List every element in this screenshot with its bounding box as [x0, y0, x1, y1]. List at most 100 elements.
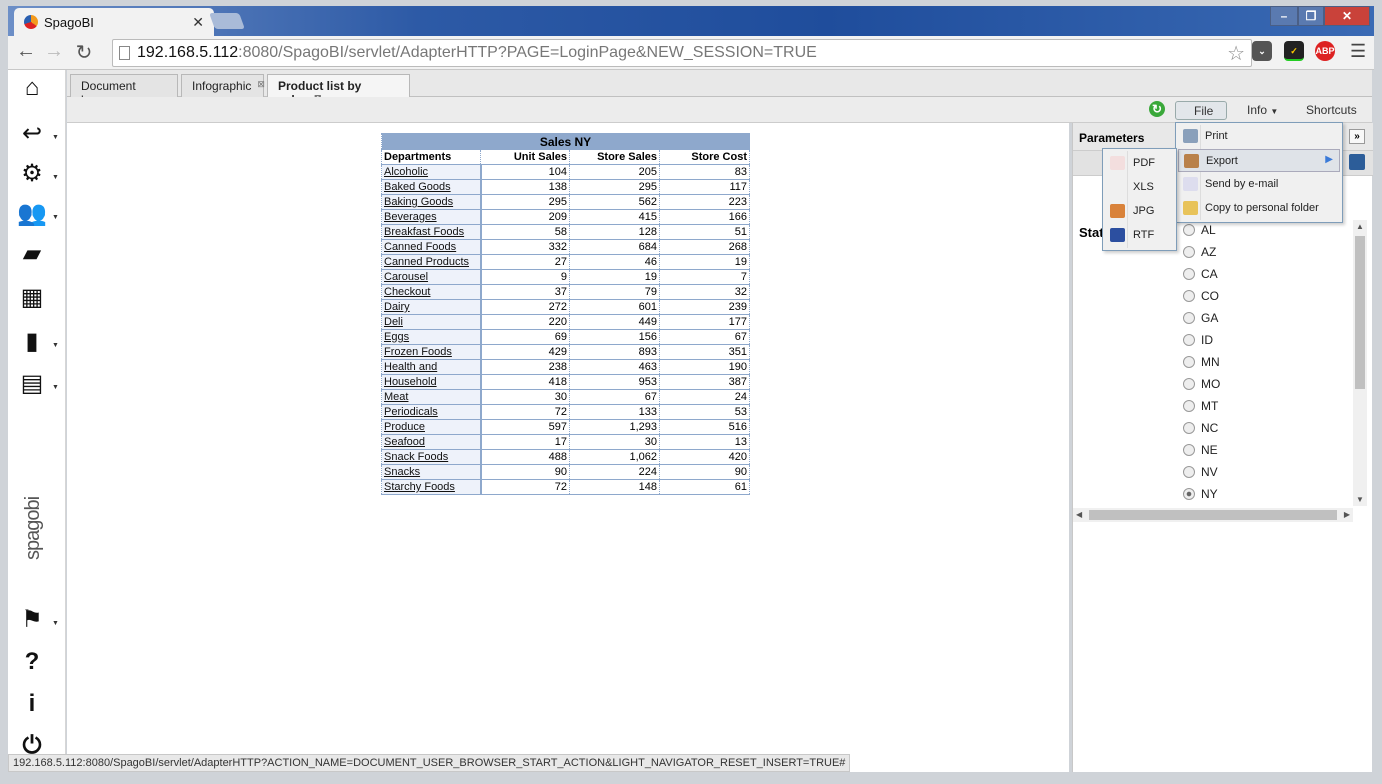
file-menu-item-print[interactable]: Print: [1178, 125, 1340, 148]
users-icon[interactable]: 👥: [16, 200, 48, 228]
norton-icon[interactable]: ✓: [1284, 41, 1304, 61]
restore-button[interactable]: ❐: [1298, 6, 1324, 26]
state-radio-mn[interactable]: MN: [1183, 355, 1220, 369]
new-tab-button[interactable]: [209, 13, 245, 29]
department-link[interactable]: Household: [384, 376, 437, 388]
radio-button[interactable]: [1183, 466, 1195, 478]
file-menu-item-copy[interactable]: Copy to personal folder: [1178, 197, 1340, 220]
state-radio-ga[interactable]: GA: [1183, 311, 1218, 325]
department-link[interactable]: Baked Goods: [384, 181, 451, 193]
export-jpg[interactable]: JPG: [1105, 200, 1174, 223]
pocket-icon[interactable]: ⌄: [1252, 41, 1272, 61]
state-radio-al[interactable]: AL: [1183, 223, 1216, 237]
department-link[interactable]: Breakfast Foods: [384, 226, 464, 238]
export-rtf[interactable]: RTF: [1105, 224, 1174, 247]
help-icon[interactable]: ?: [16, 648, 48, 676]
radio-button[interactable]: [1183, 268, 1195, 280]
caret-down-icon[interactable]: ▼: [52, 620, 59, 627]
bookmark-star-icon[interactable]: ☆: [1227, 41, 1245, 66]
department-link[interactable]: Canned Foods: [384, 241, 456, 253]
caret-down-icon[interactable]: ▼: [52, 174, 59, 181]
department-link[interactable]: Dairy: [384, 301, 410, 313]
radio-button[interactable]: [1183, 356, 1195, 368]
home-icon[interactable]: ⌂: [16, 74, 48, 102]
refresh-icon[interactable]: ↻: [1149, 101, 1165, 117]
department-link[interactable]: Beverages: [384, 211, 437, 223]
state-radio-az[interactable]: AZ: [1183, 245, 1216, 259]
state-radio-co[interactable]: CO: [1183, 289, 1219, 303]
department-link[interactable]: Periodicals: [384, 406, 438, 418]
caret-down-icon[interactable]: ▼: [52, 384, 59, 391]
state-radio-id[interactable]: ID: [1183, 333, 1213, 347]
shortcuts-menu-button[interactable]: Shortcuts ▼: [1298, 101, 1372, 130]
tab-document-browser[interactable]: Document browser: [70, 74, 178, 107]
department-link[interactable]: Eggs: [384, 331, 409, 343]
radio-button[interactable]: [1183, 334, 1195, 346]
folder-icon[interactable]: ▰: [16, 240, 48, 268]
cube-icon[interactable]: ▤: [16, 370, 48, 398]
reload-icon[interactable]: ↻: [72, 40, 96, 65]
department-link[interactable]: Carousel: [384, 271, 428, 283]
department-link[interactable]: Frozen Foods: [384, 346, 452, 358]
radio-button[interactable]: [1183, 378, 1195, 390]
save-icon[interactable]: [1349, 154, 1365, 170]
radio-button[interactable]: [1183, 488, 1195, 500]
department-link[interactable]: Produce: [384, 421, 425, 433]
menu-icon[interactable]: ☰: [1350, 41, 1366, 62]
state-radio-ca[interactable]: CA: [1183, 267, 1218, 281]
table-icon[interactable]: ▦: [16, 284, 48, 312]
radio-button[interactable]: [1183, 422, 1195, 434]
radio-button[interactable]: [1183, 400, 1195, 412]
radio-button[interactable]: [1183, 444, 1195, 456]
info-icon[interactable]: i: [16, 690, 48, 718]
back-icon[interactable]: ←: [14, 40, 38, 63]
address-bar[interactable]: 192.168.5.112:8080/SpagoBI/servlet/Adapt…: [112, 39, 1252, 67]
department-link[interactable]: Seafood: [384, 436, 425, 448]
collapse-panel-button[interactable]: »: [1349, 129, 1365, 144]
state-radio-nc[interactable]: NC: [1183, 421, 1218, 435]
caret-down-icon[interactable]: ▼: [52, 134, 59, 141]
scroll-thumb[interactable]: [1355, 236, 1365, 389]
state-radio-nv[interactable]: NV: [1183, 465, 1218, 479]
scroll-thumb[interactable]: [1089, 510, 1337, 520]
tab-product-list[interactable]: Product list by sales⊠: [267, 74, 410, 107]
file-menu-item-export[interactable]: Export ▶: [1178, 149, 1340, 172]
adblock-icon[interactable]: ABP: [1315, 41, 1335, 61]
close-window-button[interactable]: ✕: [1324, 6, 1370, 26]
caret-down-icon[interactable]: ▼: [52, 214, 59, 221]
department-link[interactable]: Starchy Foods: [384, 481, 455, 493]
close-tab-icon[interactable]: ✕: [192, 14, 204, 31]
export-pdf[interactable]: PDF: [1105, 152, 1174, 175]
department-link[interactable]: Meat: [384, 391, 408, 403]
department-link[interactable]: Canned Products: [384, 256, 469, 268]
file-menu-button[interactable]: File ▼: [1175, 101, 1227, 131]
tab-infographic[interactable]: Infographic ⊠: [181, 74, 265, 97]
state-radio-mt[interactable]: MT: [1183, 399, 1218, 413]
caret-down-icon[interactable]: ▼: [52, 342, 59, 349]
state-radio-ne[interactable]: NE: [1183, 443, 1218, 457]
forward-icon[interactable]: →: [42, 40, 66, 63]
department-link[interactable]: Baking Goods: [384, 196, 453, 208]
radio-button[interactable]: [1183, 312, 1195, 324]
department-link[interactable]: Snack Foods: [384, 451, 448, 463]
vertical-scrollbar[interactable]: ▲ ▼: [1353, 220, 1367, 506]
radio-button[interactable]: [1183, 224, 1195, 236]
radio-button[interactable]: [1183, 246, 1195, 258]
flag-icon[interactable]: ⚑: [16, 606, 48, 634]
arrow-icon[interactable]: ↩: [16, 120, 48, 148]
close-tab-icon[interactable]: ⊠: [257, 79, 265, 89]
radio-button[interactable]: [1183, 290, 1195, 302]
export-xls[interactable]: XLS: [1105, 176, 1174, 199]
chart-icon[interactable]: ▮: [16, 328, 48, 356]
browser-tab[interactable]: SpagoBI ✕: [14, 8, 214, 36]
department-link[interactable]: Health and: [384, 361, 437, 373]
info-menu-button[interactable]: Info ▼: [1239, 101, 1286, 120]
department-link[interactable]: Snacks: [384, 466, 420, 478]
department-link[interactable]: Deli: [384, 316, 403, 328]
gears-icon[interactable]: ⚙: [16, 160, 48, 188]
minimize-button[interactable]: –: [1270, 6, 1298, 26]
file-menu-item-send[interactable]: Send by e-mail: [1178, 173, 1340, 196]
horizontal-scrollbar[interactable]: ◀ ▶: [1073, 508, 1353, 522]
state-radio-ny[interactable]: NY: [1183, 487, 1218, 501]
state-radio-mo[interactable]: MO: [1183, 377, 1220, 391]
